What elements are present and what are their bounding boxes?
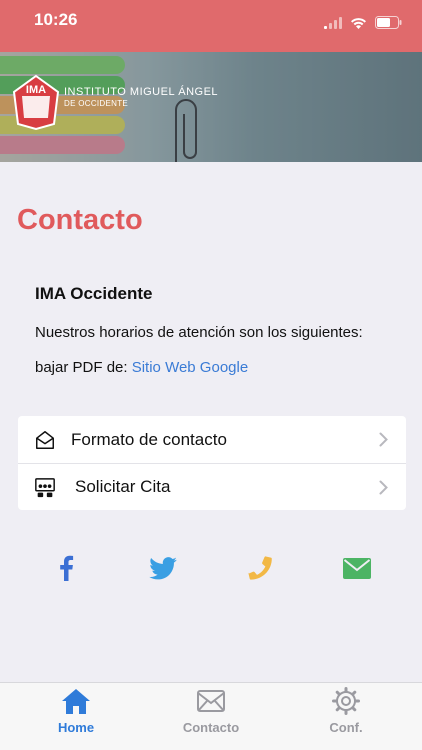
menu-item-formato-contacto[interactable]: Formato de contacto — [18, 416, 406, 463]
svg-text:IMA: IMA — [26, 84, 46, 96]
pdf-prefix: bajar PDF de: — [35, 359, 128, 376]
mail-link[interactable] — [342, 553, 372, 583]
facebook-icon — [60, 555, 74, 581]
paperclip-image — [175, 99, 197, 162]
school-name: IMA Occidente — [35, 284, 153, 303]
tab-label: Contacto — [182, 720, 240, 735]
envelope-open-icon — [36, 431, 54, 449]
menu-item-solicitar-cita[interactable]: Solicitar Cita — [18, 463, 406, 510]
mail-icon — [343, 557, 371, 579]
battery-icon — [375, 16, 402, 29]
hours-text: Nuestros horarios de atención son los si… — [35, 324, 363, 341]
facebook-link[interactable] — [51, 553, 81, 583]
tab-conf[interactable]: Conf. — [296, 687, 396, 743]
tab-contacto[interactable]: Contacto — [161, 687, 261, 743]
pdf-download-line: bajar PDF de: Sitio Web Google — [35, 359, 248, 376]
status-icons — [324, 16, 402, 29]
contact-menu: Formato de contacto Solicitar Cita — [18, 416, 406, 510]
chevron-right-icon — [379, 432, 388, 447]
twitter-link[interactable] — [148, 553, 178, 583]
menu-item-label: Solicitar Cita — [75, 477, 171, 496]
status-time: 10:26 — [34, 10, 78, 29]
gear-icon — [332, 687, 360, 715]
envelope-icon — [197, 690, 225, 712]
school-logo: IMA — [12, 74, 60, 130]
twitter-icon — [149, 556, 177, 579]
tab-label: Home — [57, 720, 95, 735]
phone-link[interactable] — [245, 553, 275, 583]
home-icon — [62, 689, 90, 714]
tab-label: Conf. — [329, 720, 363, 735]
chevron-right-icon — [379, 480, 388, 495]
signal-icon — [324, 16, 342, 29]
institution-name: INSTITUTO MIGUEL ÁNGEL — [64, 86, 219, 98]
pdf-link[interactable]: Sitio Web Google — [132, 359, 248, 376]
header-banner: IMA INSTITUTO MIGUEL ÁNGEL DE OCCIDENTE — [0, 52, 422, 162]
page-title: Contacto — [17, 204, 143, 236]
wifi-icon — [351, 17, 366, 29]
menu-item-label: Formato de contacto — [71, 429, 227, 449]
tab-bar: Home Contacto Conf. — [0, 682, 422, 750]
meeting-icon — [35, 478, 55, 498]
social-links — [0, 553, 422, 583]
tab-home[interactable]: Home — [26, 687, 126, 743]
status-bar: 10:26 — [0, 0, 422, 52]
phone-icon — [247, 556, 272, 580]
institution-subtitle: DE OCCIDENTE — [64, 99, 129, 108]
